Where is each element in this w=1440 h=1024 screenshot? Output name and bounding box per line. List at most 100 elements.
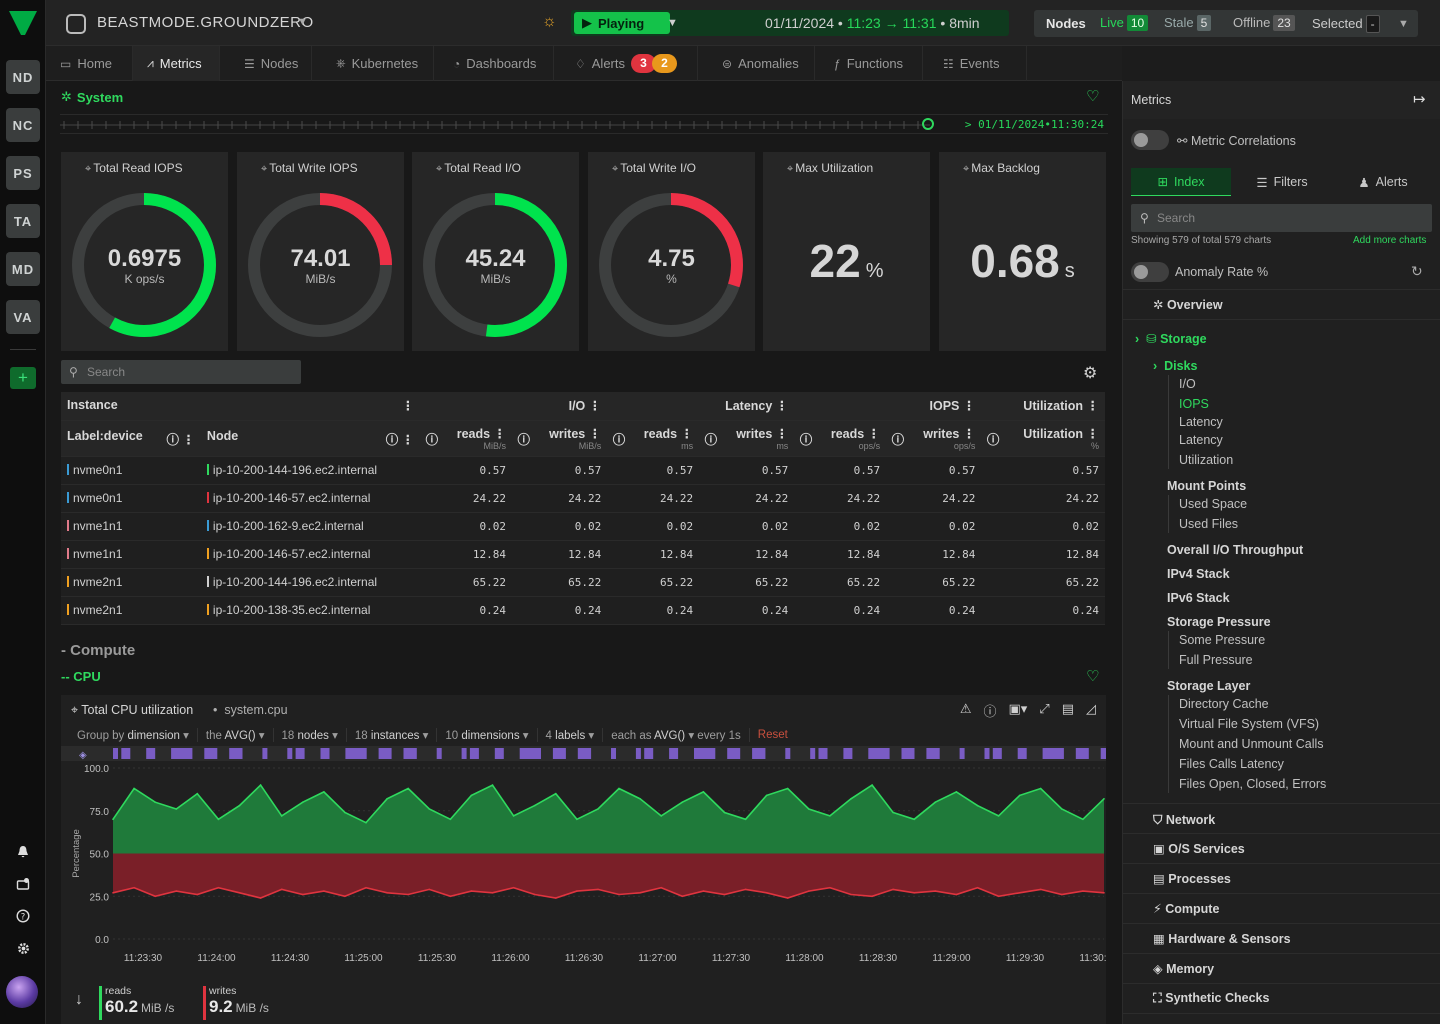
sidebar-search-input[interactable]: ⚲ Search bbox=[1131, 204, 1432, 232]
nav-overall-io[interactable]: Overall I/O Throughput bbox=[1167, 543, 1303, 557]
nav-processes[interactable]: ▤ Processes bbox=[1153, 871, 1231, 886]
chevron-down-icon[interactable]: ▼ bbox=[1398, 18, 1409, 30]
header-latency[interactable]: Latency ⋮ bbox=[607, 392, 795, 421]
fullscreen-icon[interactable]: ⤢ bbox=[1039, 701, 1049, 720]
col-metric[interactable]: reads ⋮ MiB/s bbox=[438, 420, 513, 457]
refresh-icon[interactable]: ↻ bbox=[1411, 263, 1423, 280]
nav-disks-iops[interactable]: IOPS bbox=[1179, 397, 1209, 411]
help-icon[interactable]: ? bbox=[14, 907, 32, 925]
space-nd[interactable]: ND bbox=[6, 60, 40, 94]
tab-events[interactable]: ☷ Events bbox=[929, 46, 1027, 81]
tab-alerts[interactable]: ♟ Alerts bbox=[1333, 168, 1433, 196]
table-row[interactable]: nvme1n1 ip-10-200-146-57.ec2.internal 12.8… bbox=[61, 540, 1105, 569]
nodes-summary[interactable]: Nodes Live 10 Stale 5 Offline 23 Selected - … bbox=[1034, 10, 1418, 37]
col-metric[interactable]: reads ⋮ ops/s bbox=[812, 420, 887, 457]
nav-ipv4[interactable]: IPv4 Stack bbox=[1167, 567, 1230, 581]
section-system[interactable]: ✲ System bbox=[61, 89, 123, 105]
nav-disks-latency-2[interactable]: Latency bbox=[1179, 433, 1223, 447]
reset-button[interactable]: Reset bbox=[750, 729, 796, 741]
space-va[interactable]: VA bbox=[6, 300, 40, 334]
lightbulb-icon[interactable]: ☼ bbox=[542, 13, 557, 31]
alert-counters[interactable]: 32 bbox=[631, 54, 677, 73]
space-md[interactable]: MD bbox=[6, 252, 40, 286]
arrow-down-icon[interactable]: ↓ bbox=[75, 991, 83, 1009]
timeline[interactable]: > 01/11/2024•11:30:24 bbox=[60, 114, 1108, 134]
collapse-sidebar-icon[interactable]: ↦ bbox=[1413, 90, 1426, 108]
nav-some-pressure[interactable]: Some Pressure bbox=[1179, 633, 1265, 647]
col-metric[interactable]: writes ⋮ MiB/s bbox=[530, 420, 608, 457]
table-row[interactable]: nvme2n1 ip-10-200-144-196.ec2.internal 65.… bbox=[61, 568, 1105, 597]
col-metric[interactable]: writes ⋮ ops/s bbox=[904, 420, 982, 457]
legend-writes[interactable]: writes 9.2 MiB /s bbox=[203, 985, 269, 1020]
heart-icon[interactable]: ♡ bbox=[1086, 667, 1099, 685]
metric-correlations-toggle[interactable] bbox=[1131, 130, 1169, 150]
tab-dashboards[interactable]: ◔ Dashboards bbox=[439, 46, 554, 81]
group-by-dropdown[interactable]: Group by dimension ▾ bbox=[69, 728, 198, 742]
add-space-button[interactable]: + bbox=[10, 367, 36, 389]
nav-files-latency[interactable]: Files Calls Latency bbox=[1179, 757, 1284, 771]
info-icon[interactable]: ⓘ bbox=[699, 420, 718, 457]
invite-icon[interactable] bbox=[14, 875, 32, 893]
live-count[interactable]: Live 10 bbox=[1100, 15, 1149, 31]
instances-dropdown[interactable]: 18 instances ▾ bbox=[347, 728, 438, 742]
alert-add-icon[interactable]: ⚠ bbox=[960, 701, 972, 720]
dimensions-dropdown[interactable]: 10 dimensions ▾ bbox=[437, 728, 538, 742]
stale-count[interactable]: Stale 5 bbox=[1164, 15, 1212, 31]
settings-icon[interactable] bbox=[14, 939, 32, 957]
info-icon[interactable]: ⓘ bbox=[794, 420, 813, 457]
space-ps[interactable]: PS bbox=[6, 156, 40, 190]
nav-synthetic-checks[interactable]: ⛶ Synthetic Checks bbox=[1153, 991, 1269, 1006]
nav-vfs[interactable]: Virtual File System (VFS) bbox=[1179, 717, 1319, 731]
nav-hardware[interactable]: ▦ Hardware & Sensors bbox=[1153, 931, 1291, 946]
table-search-input[interactable]: ⚲ Search bbox=[61, 360, 301, 384]
nav-full-pressure[interactable]: Full Pressure bbox=[1179, 653, 1253, 667]
header-iops[interactable]: IOPS ⋮ bbox=[794, 392, 982, 421]
chevron-down-icon[interactable]: ▼ bbox=[297, 16, 308, 28]
time-range[interactable]: 01/11/2024 • 11:23 → 11:31 • 8min bbox=[765, 15, 980, 31]
timeline-marker[interactable] bbox=[922, 118, 934, 130]
user-avatar[interactable] bbox=[6, 976, 38, 1008]
time-aggregation-dropdown[interactable]: each as AVG() ▾ every 1s bbox=[603, 728, 750, 742]
nav-ipv6[interactable]: IPv6 Stack bbox=[1167, 591, 1230, 605]
nav-storage-layer[interactable]: Storage Layer bbox=[1167, 679, 1250, 693]
heart-icon[interactable]: ♡ bbox=[1086, 87, 1099, 105]
nav-directory-cache[interactable]: Directory Cache bbox=[1179, 697, 1269, 711]
space-nc[interactable]: NC bbox=[6, 108, 40, 142]
card-max-backlog[interactable]: ⌖ Max Backlog 0.68 s bbox=[939, 152, 1106, 351]
labels-dropdown[interactable]: 4 labels ▾ bbox=[538, 728, 604, 742]
bell-icon[interactable] bbox=[14, 843, 32, 861]
offline-count[interactable]: Offline 23 bbox=[1233, 15, 1295, 31]
tab-filters[interactable]: ☰ Filters bbox=[1232, 168, 1332, 196]
nav-mount-points[interactable]: Mount Points bbox=[1167, 479, 1246, 493]
room-name[interactable]: BEASTMODE.GROUNDZERO bbox=[97, 14, 314, 31]
card-total-write-iops[interactable]: ⌖ Total Write IOPS 74.01 MiB/s bbox=[237, 152, 404, 351]
nav-overview[interactable]: ✲ Overview bbox=[1153, 297, 1223, 312]
card-total-read-iops[interactable]: ⌖ Total Read IOPS 0.6975 K ops/s bbox=[61, 152, 228, 351]
info-icon[interactable]: ⓘ bbox=[512, 420, 531, 457]
table-row[interactable]: nvme1n1 ip-10-200-162-9.ec2.internal 0.02 0… bbox=[61, 512, 1105, 541]
table-row[interactable]: nvme2n1 ip-10-200-138-35.ec2.internal 0.24… bbox=[61, 596, 1105, 625]
dashboard-add-icon[interactable]: ▣▾ bbox=[1008, 701, 1027, 720]
card-max-utilization[interactable]: ⌖ Max Utilization 22% bbox=[763, 152, 930, 351]
add-more-charts-link[interactable]: Add more charts bbox=[1353, 235, 1426, 246]
nav-used-files[interactable]: Used Files bbox=[1179, 517, 1238, 531]
section-cpu[interactable]: -- CPU bbox=[61, 669, 101, 684]
card-total-read-io[interactable]: ⌖ Total Read I/O 45.24 MiB/s bbox=[412, 152, 579, 351]
nav-storage[interactable]: › ⛁ Storage bbox=[1135, 331, 1207, 346]
col-metric[interactable]: reads ⋮ ms bbox=[625, 420, 700, 457]
table-row[interactable]: nvme0n1 ip-10-200-144-196.ec2.internal 0.5… bbox=[61, 456, 1105, 485]
header-instance[interactable]: Instance ⋮ bbox=[61, 392, 421, 421]
info-icon[interactable]: ⓘ bbox=[983, 701, 996, 720]
netdata-logo-icon[interactable] bbox=[7, 9, 39, 37]
info-icon[interactable]: ⓘ bbox=[886, 420, 905, 457]
tab-metrics[interactable]: ⩘ Metrics bbox=[133, 46, 220, 81]
space-ta[interactable]: TA bbox=[6, 204, 40, 238]
nav-mount-calls[interactable]: Mount and Unmount Calls bbox=[1179, 737, 1324, 751]
col-metric[interactable]: writes ⋮ ms bbox=[717, 420, 795, 457]
info-icon[interactable]: ⓘ bbox=[420, 420, 439, 457]
nav-compute[interactable]: ⚡ Compute bbox=[1153, 901, 1219, 916]
chart-type-icon[interactable]: ◿ bbox=[1086, 701, 1096, 720]
section-compute[interactable]: - Compute bbox=[61, 642, 135, 659]
save-icon[interactable]: ▤ bbox=[1062, 701, 1074, 720]
nav-used-space[interactable]: Used Space bbox=[1179, 497, 1247, 511]
